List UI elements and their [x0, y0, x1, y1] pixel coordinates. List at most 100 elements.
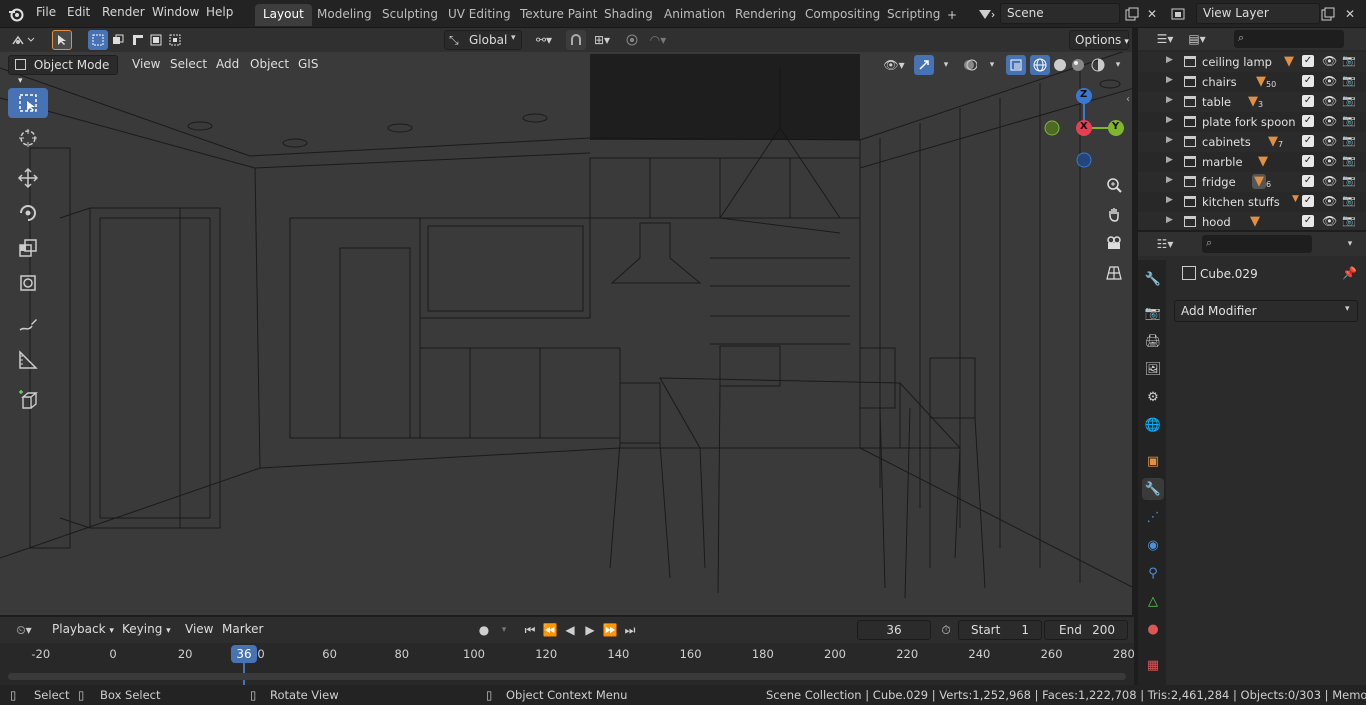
overlay-toggle-icon[interactable] — [960, 55, 980, 75]
frame-ruler[interactable]: -20 0 20 40 60 80 100 120 140 160 180 200 220 240 260 2… — [0, 643, 1134, 663]
menu-keying[interactable]: Keying ▾ — [116, 620, 177, 640]
display-mode-icon[interactable]: ▤▾ — [1182, 29, 1212, 49]
visibility-eye-icon[interactable]: 👁 — [1322, 214, 1337, 228]
outliner-row[interactable]: ▶ ceiling lamp ▼ ✓ 👁 📷 — [1138, 52, 1366, 72]
render-camera-icon[interactable]: 📷 — [1342, 214, 1356, 227]
constraints-props-icon[interactable]: ⚲ — [1142, 562, 1164, 584]
expand-arrow-icon[interactable]: ▶ — [1166, 135, 1173, 145]
jump-keyframe-forward-icon[interactable]: ⏩ — [600, 620, 620, 640]
view-layer-field[interactable]: View Layer — [1196, 3, 1320, 24]
auto-keying-icon[interactable]: ● — [474, 620, 494, 640]
wireframe-shading-icon[interactable] — [1030, 55, 1050, 75]
expand-arrow-icon[interactable]: ▶ — [1166, 175, 1173, 185]
shading-dropdown-icon[interactable]: ▾ — [1108, 55, 1128, 75]
render-camera-icon[interactable]: 📷 — [1342, 154, 1356, 167]
gizmo-toggle-icon[interactable] — [914, 55, 934, 75]
snap-icon[interactable] — [566, 30, 586, 50]
exclude-checkbox[interactable]: ✓ — [1302, 215, 1314, 227]
cursor-tool-icon[interactable] — [8, 123, 48, 153]
render-camera-icon[interactable]: 📷 — [1342, 54, 1356, 67]
new-scene-icon[interactable] — [1122, 4, 1142, 24]
transform-tool-icon[interactable] — [8, 268, 48, 298]
play-icon[interactable]: ▶ — [580, 620, 600, 640]
editor-type-icon[interactable] — [8, 30, 40, 50]
outliner-search-input[interactable]: ⌕ — [1234, 30, 1344, 48]
snap-target-icon[interactable]: ⊞▾ — [588, 30, 616, 50]
annotate-tool-icon[interactable] — [8, 310, 48, 340]
render-camera-icon[interactable]: 📷 — [1342, 194, 1356, 207]
jump-start-icon[interactable]: ⏮ — [520, 620, 540, 640]
outliner-row[interactable]: ▶ cabinets ▼ 7 ✓ 👁 📷 — [1138, 132, 1366, 152]
exclude-checkbox[interactable]: ✓ — [1302, 95, 1314, 107]
transform-orientation-dropdown[interactable]: ⤡ Global ▾ — [444, 30, 522, 50]
properties-search-input[interactable]: ⌕ — [1202, 235, 1312, 253]
select-mode-extend-icon[interactable] — [108, 30, 128, 50]
tab-shading[interactable]: Shading — [596, 4, 661, 26]
expand-arrow-icon[interactable]: ▶ — [1166, 95, 1173, 105]
visibility-eye-icon[interactable]: 👁 — [1322, 134, 1337, 148]
expand-arrow-icon[interactable]: ▶ — [1166, 195, 1173, 205]
texture-props-icon[interactable]: ▦ — [1142, 654, 1164, 676]
menu-object[interactable]: Object — [244, 55, 295, 75]
playhead-marker[interactable]: 36 — [231, 645, 257, 663]
scale-tool-icon[interactable] — [8, 233, 48, 263]
expand-arrow-icon[interactable]: ▶ — [1166, 75, 1173, 85]
rendered-shading-icon[interactable] — [1088, 55, 1108, 75]
rotate-tool-icon[interactable] — [8, 198, 48, 228]
mode-dropdown[interactable]: Object Mode ▾ — [8, 55, 118, 86]
3d-viewport[interactable]: ⤡ Global ▾ ⚯▾ ⊞▾ ◠▾ Options ▾ Object Mode… — [0, 28, 1134, 615]
outliner-row[interactable]: ▶ marble ▼ ✓ 👁 📷 — [1138, 152, 1366, 172]
outliner-row[interactable]: ▶ hood ▼ ✓ 👁 📷 — [1138, 212, 1366, 230]
outliner-row[interactable]: ▶ kitchen stuffs ▼ ✓ 👁 📷 — [1138, 192, 1366, 212]
select-mode-subtract-icon[interactable] — [128, 30, 148, 50]
timeline[interactable]: -20 0 20 40 60 80 100 120 140 160 180 200 220 240 260 2… — [0, 643, 1135, 685]
physics-props-icon[interactable]: ◉ — [1142, 534, 1164, 556]
perspective-toggle-icon[interactable] — [1102, 261, 1126, 285]
add-cube-tool-icon[interactable] — [8, 385, 48, 415]
add-modifier-dropdown[interactable]: Add Modifier ▾ — [1174, 300, 1358, 322]
menu-help[interactable]: Help — [206, 5, 233, 19]
render-camera-icon[interactable]: 📷 — [1342, 134, 1356, 147]
exclude-checkbox[interactable]: ✓ — [1302, 175, 1314, 187]
scene-props-icon[interactable]: ⚙ — [1142, 386, 1164, 408]
zoom-icon[interactable] — [1102, 173, 1126, 197]
object-data-props-icon[interactable]: △ — [1142, 590, 1164, 612]
menu-window[interactable]: Window — [152, 5, 199, 19]
exclude-checkbox[interactable]: ✓ — [1302, 135, 1314, 147]
menu-file[interactable]: File — [36, 5, 56, 19]
move-tool-icon[interactable] — [8, 163, 48, 193]
tab-modeling[interactable]: Modeling — [309, 4, 380, 26]
proportional-edit-icon[interactable] — [622, 30, 642, 50]
outliner-editor-type-icon[interactable]: ☰▾ — [1150, 29, 1180, 49]
overlay-dropdown-icon[interactable]: ▾ — [982, 55, 1002, 75]
add-workspace-icon[interactable]: + — [942, 5, 962, 25]
outliner-row[interactable]: ▶ plate fork spoon ✓ 👁 📷 — [1138, 112, 1366, 132]
outliner-row[interactable]: ▶ chairs ▼ 50 ✓ 👁 📷 — [1138, 72, 1366, 92]
object-props-icon[interactable]: ▣ — [1142, 450, 1164, 472]
preview-range-clock-icon[interactable]: ⏱ — [936, 620, 956, 640]
tab-rendering[interactable]: Rendering — [727, 4, 804, 26]
end-frame-field[interactable]: End 200 — [1044, 620, 1128, 640]
pivot-point-icon[interactable]: ⚯▾ — [530, 30, 558, 50]
tab-compositing[interactable]: Compositing — [797, 4, 888, 26]
visibility-eye-icon[interactable]: 👁▾ — [878, 55, 910, 75]
exclude-checkbox[interactable]: ✓ — [1302, 75, 1314, 87]
material-props-icon[interactable]: ● — [1142, 618, 1164, 640]
modifier-props-icon[interactable]: 🔧 — [1142, 478, 1164, 500]
delete-scene-icon[interactable]: ✕ — [1142, 4, 1162, 24]
expand-arrow-icon[interactable]: ▶ — [1166, 55, 1173, 65]
options-dropdown[interactable]: Options ▾ — [1069, 30, 1129, 50]
visibility-eye-icon[interactable]: 👁 — [1322, 154, 1337, 168]
material-shading-icon[interactable] — [1068, 55, 1088, 75]
blender-logo-icon[interactable] — [6, 4, 26, 24]
tab-uv-editing[interactable]: UV Editing — [440, 4, 519, 26]
pan-hand-icon[interactable] — [1102, 202, 1126, 226]
render-camera-icon[interactable]: 📷 — [1342, 174, 1356, 187]
solid-shading-icon[interactable] — [1050, 55, 1070, 75]
particles-props-icon[interactable]: ⋰ — [1142, 506, 1164, 528]
jump-keyframe-back-icon[interactable]: ⏪ — [540, 620, 560, 640]
menu-timeline-view[interactable]: View — [179, 620, 219, 640]
xray-toggle-icon[interactable] — [1006, 55, 1026, 75]
tab-layout[interactable]: Layout — [255, 4, 312, 26]
delete-view-layer-icon[interactable]: ✕ — [1340, 4, 1360, 24]
